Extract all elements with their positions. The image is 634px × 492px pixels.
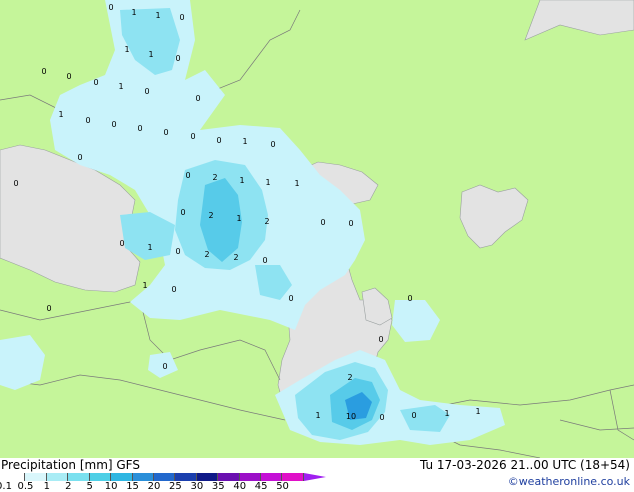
precip-value-label: 0 bbox=[108, 3, 113, 12]
precip-value-label: 2 bbox=[264, 217, 269, 226]
precip-value-label: 0 bbox=[144, 87, 149, 96]
precip-value-label: 2 bbox=[233, 253, 238, 262]
precip-value-label: 1 bbox=[236, 214, 241, 223]
precip-value-label: 0 bbox=[216, 136, 221, 145]
precip-value-label: 0 bbox=[179, 13, 184, 22]
scale-label: 25 bbox=[169, 481, 182, 492]
scale-swatch bbox=[282, 473, 304, 481]
precip-value-label: 0 bbox=[46, 304, 51, 313]
precip-value-label: 0 bbox=[407, 294, 412, 303]
credit-link[interactable]: ©weatheronline.co.uk bbox=[508, 475, 630, 488]
precip-value-label: 1 bbox=[58, 110, 63, 119]
precip-value-label: 0 bbox=[288, 294, 293, 303]
precip-value-label: 2 bbox=[347, 373, 352, 382]
scale-label: 15 bbox=[126, 481, 139, 492]
precip-value-label: 10 bbox=[346, 412, 356, 421]
precipitation-map: 01 1 011 0000 10010 0 0 0 0 0 1 0000 2 1 1 10 2 1 2 0 00 1 0 2 2… bbox=[0, 0, 634, 458]
scale-label: 1 bbox=[43, 481, 51, 492]
scale-label: 45 bbox=[254, 481, 268, 492]
precip-value-label: 1 bbox=[131, 8, 136, 17]
scale-swatch bbox=[89, 473, 112, 481]
chart-title: Precipitation [mm] GFS bbox=[1, 458, 140, 472]
scale-swatch bbox=[46, 473, 69, 481]
precip-value-label: 1 bbox=[265, 178, 270, 187]
precip-value-label: 0 bbox=[13, 179, 18, 188]
precip-value-label: 1 bbox=[148, 50, 153, 59]
scale-label: 30 bbox=[190, 481, 204, 492]
precip-value-label: 1 bbox=[239, 176, 244, 185]
scale-label: 40 bbox=[233, 481, 247, 492]
scale-swatch bbox=[25, 473, 47, 481]
precip-value-label: 0 bbox=[411, 411, 416, 420]
precip-value-label: 0 bbox=[348, 219, 353, 228]
precip-value-label: 0 bbox=[171, 285, 176, 294]
scale-swatch bbox=[175, 473, 197, 481]
precip-value-label: 0 bbox=[190, 132, 195, 141]
scale-label: 35 bbox=[211, 481, 225, 492]
precip-value-label: 0 bbox=[180, 208, 185, 217]
precip-value-label: 1 bbox=[242, 137, 247, 146]
precip-value-label: 0 bbox=[41, 67, 46, 76]
precip-value-label: 0 bbox=[262, 256, 267, 265]
precip-value-label: 0 bbox=[163, 128, 168, 137]
precip-value-label: 2 bbox=[208, 211, 213, 220]
scale-swatch bbox=[218, 473, 240, 481]
precip-value-label: 0 bbox=[66, 72, 71, 81]
precip-value-label: 0 bbox=[137, 124, 142, 133]
precip-value-label: 0 bbox=[175, 247, 180, 256]
footer: Precipitation [mm] GFS Tu 17-03-2026 21.… bbox=[0, 458, 634, 492]
precip-value-label: 1 bbox=[315, 411, 320, 420]
precip-value-label: 0 bbox=[77, 153, 82, 162]
precip-value-label: 0 bbox=[162, 362, 167, 371]
precip-value-label: 0 bbox=[270, 140, 275, 149]
precip-value-label: 1 bbox=[444, 409, 449, 418]
precip-value-label: 0 bbox=[378, 335, 383, 344]
precip-value-label: 0 bbox=[175, 54, 180, 63]
scale-swatch bbox=[4, 473, 26, 481]
precip-value-label: 2 bbox=[204, 250, 209, 259]
precip-value-label: 0 bbox=[185, 171, 190, 180]
scale-swatch bbox=[68, 473, 90, 481]
forecast-datetime: Tu 17-03-2026 21..00 UTC (18+54) bbox=[419, 458, 630, 472]
precip-value-label: 1 bbox=[155, 11, 160, 20]
precip-value-label: 1 bbox=[475, 407, 480, 416]
scale-swatch bbox=[132, 473, 154, 481]
scale-label: 5 bbox=[86, 481, 93, 492]
precip-value-label: 0 bbox=[379, 413, 384, 422]
scale-swatch bbox=[153, 473, 176, 481]
precipitation-color-scale bbox=[4, 473, 304, 481]
precip-value-label: 1 bbox=[142, 281, 147, 290]
scale-label: 0.1 bbox=[0, 481, 12, 492]
precip-value-label: 1 bbox=[124, 45, 129, 54]
scale-arrow-tip bbox=[304, 473, 326, 481]
scale-swatch bbox=[196, 473, 219, 481]
scale-label: 2 bbox=[65, 481, 72, 492]
scale-swatch bbox=[111, 473, 133, 481]
scale-swatch bbox=[261, 473, 283, 481]
scale-label: 0.5 bbox=[17, 481, 34, 492]
precip-value-label: 0 bbox=[119, 239, 124, 248]
precip-value-label: 2 bbox=[212, 173, 217, 182]
precip-value-label: 0 bbox=[111, 120, 116, 129]
scale-swatch bbox=[239, 473, 262, 481]
precip-value-label: 0 bbox=[93, 78, 98, 87]
precip-value-label: 0 bbox=[320, 218, 325, 227]
precip-value-label: 0 bbox=[195, 94, 200, 103]
precip-value-label: 1 bbox=[294, 179, 299, 188]
scale-label: 20 bbox=[147, 481, 161, 492]
precip-value-label: 0 bbox=[85, 116, 90, 125]
scale-label: 10 bbox=[104, 481, 118, 492]
precip-value-label: 1 bbox=[118, 82, 123, 91]
precip-value-label: 1 bbox=[147, 243, 152, 252]
scale-label: 50 bbox=[276, 481, 289, 492]
